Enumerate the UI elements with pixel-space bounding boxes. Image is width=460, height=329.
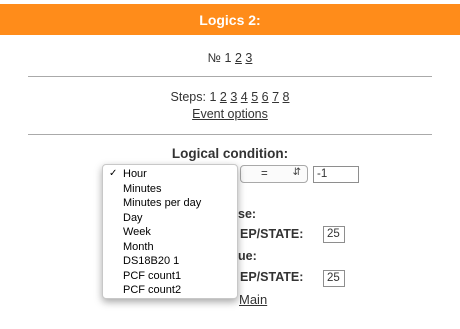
step-link-8[interactable]: 8 [283, 90, 290, 104]
step-link-6[interactable]: 6 [262, 90, 269, 104]
step-link-5[interactable]: 5 [251, 90, 258, 104]
operator-select[interactable]: = ⇵ [240, 165, 308, 183]
step-link-4[interactable]: 4 [241, 90, 248, 104]
true-step-state-input[interactable]: 25 [323, 270, 345, 287]
dropdown-option-hour[interactable]: ✓ Hour [103, 167, 237, 182]
true-step-state-label: EP/STATE: [240, 270, 304, 284]
checkmark-icon: ✓ [109, 168, 118, 179]
footer-nav: Main [239, 292, 267, 307]
updown-arrows-icon: ⇵ [292, 167, 301, 178]
dropdown-option-month[interactable]: Month [103, 240, 237, 255]
main-link[interactable]: Main [239, 292, 267, 307]
logic-nav-current: № 1 [207, 51, 232, 65]
dropdown-option-pcf-count2[interactable]: PCF count2 [103, 283, 237, 298]
dropdown-option-week[interactable]: Week [103, 225, 237, 240]
event-options-link[interactable]: Event options [192, 107, 268, 121]
dropdown-option-day[interactable]: Day [103, 211, 237, 226]
operator-value: = [261, 168, 268, 180]
event-options-row: Event options [0, 107, 460, 121]
logical-condition-title: Logical condition: [171, 146, 289, 161]
dropdown-option-minutes[interactable]: Minutes [103, 182, 237, 197]
logic-link-3[interactable]: 3 [245, 51, 252, 65]
condition-type-dropdown-menu[interactable]: ✓ Hour Minutes Minutes per day Day Week … [102, 164, 238, 299]
dropdown-option-ds18b20-1[interactable]: DS18B20 1 [103, 254, 237, 269]
dropdown-option-minutes-per-day[interactable]: Minutes per day [103, 196, 237, 211]
step-link-2[interactable]: 2 [220, 90, 227, 104]
false-step-state-input[interactable]: 25 [323, 226, 345, 243]
true-branch-heading: ue: [238, 249, 257, 263]
step-link-7[interactable]: 7 [272, 90, 279, 104]
dropdown-option-pcf-count1[interactable]: PCF count1 [103, 269, 237, 284]
condition-value-input[interactable]: -1 [313, 166, 359, 183]
logic-number-nav: № 1 2 3 [0, 51, 460, 65]
false-branch-heading: se: [238, 207, 257, 221]
step-link-3[interactable]: 3 [230, 90, 237, 104]
divider [28, 76, 432, 77]
false-step-state-label: EP/STATE: [240, 227, 304, 241]
steps-nav-current: Steps: 1 [170, 90, 217, 104]
logic-link-2[interactable]: 2 [235, 51, 242, 65]
page-title: Logics 2: [199, 11, 261, 28]
divider [28, 134, 432, 135]
steps-nav: Steps: 1 2 3 4 5 6 7 8 [0, 90, 460, 104]
page-header: Logics 2: [0, 4, 460, 35]
